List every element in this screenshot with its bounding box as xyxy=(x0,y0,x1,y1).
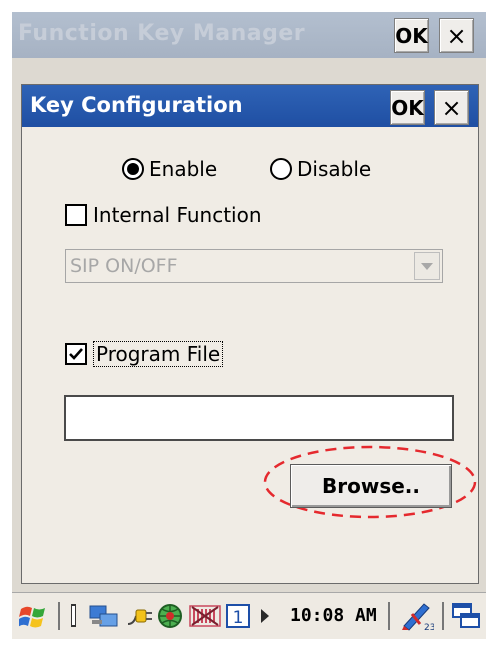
checkmark-icon xyxy=(69,348,83,360)
internal-function-checkbox-box[interactable] xyxy=(65,204,87,226)
enable-radio-circle[interactable] xyxy=(122,158,144,180)
internal-function-checkbox[interactable]: Internal Function xyxy=(65,203,262,227)
key-configuration-dialog: Key Configuration OK × Enable Disable In… xyxy=(21,84,479,584)
outer-ok-button[interactable]: OK xyxy=(394,18,429,53)
taskbar-separator xyxy=(388,602,390,630)
dialog-title: Key Configuration xyxy=(30,93,243,117)
wireless-icon[interactable] xyxy=(188,600,222,632)
input-indicator: 1 xyxy=(233,608,244,628)
power-plug-icon[interactable] xyxy=(124,600,154,632)
enable-label: Enable xyxy=(149,157,218,181)
browse-button[interactable]: Browse.. xyxy=(290,464,452,508)
outer-title-bar: Function Key Manager OK × xyxy=(12,12,486,58)
program-file-checkbox[interactable]: Program File xyxy=(65,341,224,367)
program-file-path-input[interactable] xyxy=(64,395,454,441)
taskbar-separator xyxy=(442,602,444,630)
arrow-icon[interactable] xyxy=(256,600,274,632)
disable-radio-circle[interactable] xyxy=(270,158,292,180)
desktop-icon[interactable] xyxy=(450,600,482,632)
keyboard-icon[interactable] xyxy=(70,600,78,632)
internal-function-label: Internal Function xyxy=(93,203,262,227)
dialog-close-button[interactable]: × xyxy=(434,90,469,125)
dialog-ok-button[interactable]: OK xyxy=(390,90,425,125)
input-number-icon[interactable]: 1 xyxy=(224,600,252,632)
program-file-checkbox-box[interactable] xyxy=(65,343,87,365)
globe-icon[interactable] xyxy=(156,600,184,632)
radio-selected-dot xyxy=(127,163,139,175)
dialog-title-bar: Key Configuration OK × xyxy=(22,85,478,127)
taskbar-clock[interactable]: 10:08 AM xyxy=(290,605,377,626)
enable-radio[interactable]: Enable xyxy=(122,157,217,181)
start-flag-icon[interactable] xyxy=(18,600,48,632)
internal-function-select-value: SIP ON/OFF xyxy=(70,255,178,277)
sip-pen-icon[interactable]: 23 xyxy=(398,600,434,632)
network-icon[interactable] xyxy=(88,600,120,632)
dropdown-button[interactable] xyxy=(414,252,440,280)
internal-function-select[interactable]: SIP ON/OFF xyxy=(65,249,443,283)
outer-window-title: Function Key Manager xyxy=(18,21,306,46)
program-file-label: Program File xyxy=(93,341,224,367)
svg-text:23: 23 xyxy=(424,623,434,632)
disable-radio[interactable]: Disable xyxy=(270,157,371,181)
enable-radio-group: Enable Disable xyxy=(22,157,478,187)
taskbar: 1 10:08 AM 23 xyxy=(12,592,486,639)
disable-label: Disable xyxy=(297,157,372,181)
chevron-down-icon xyxy=(421,262,433,270)
outer-close-button[interactable]: × xyxy=(439,18,474,53)
taskbar-separator xyxy=(58,602,60,630)
